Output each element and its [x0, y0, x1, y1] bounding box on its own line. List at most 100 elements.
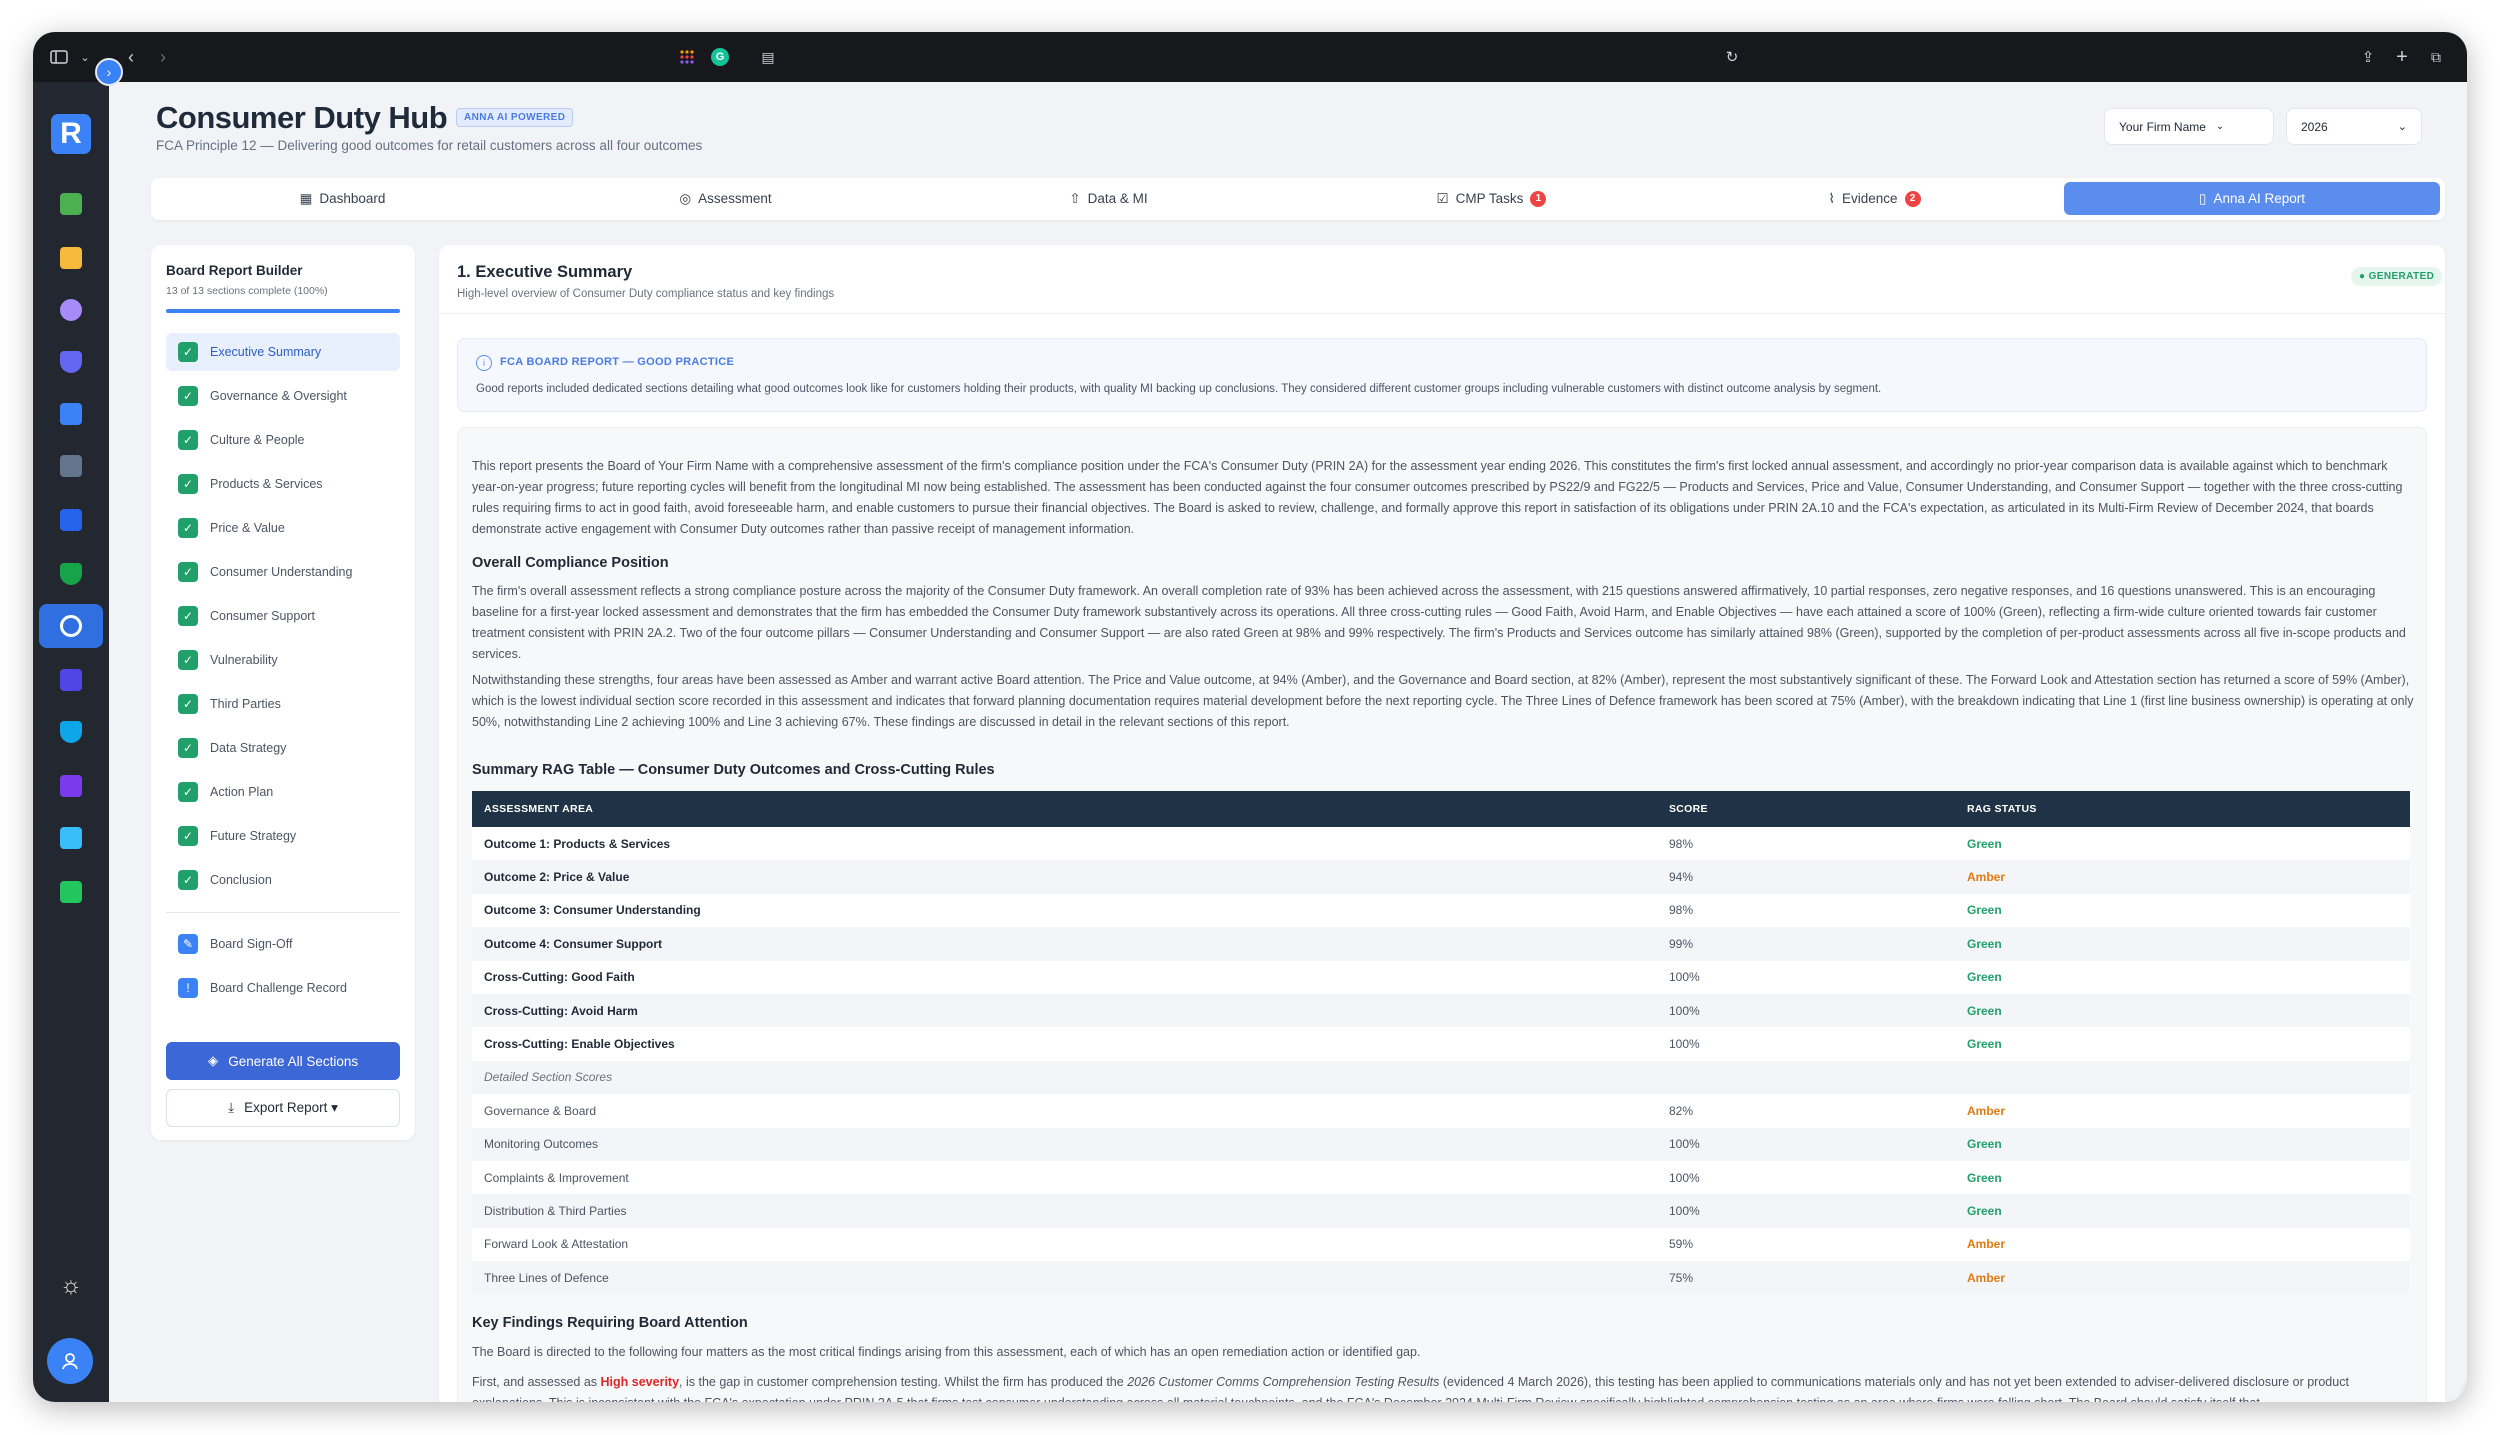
nav-edit-icon[interactable] [39, 816, 103, 860]
chevron-down-icon: ⌄ [2215, 121, 2225, 132]
nav-monitor-icon[interactable] [39, 498, 103, 542]
section-executive-summary[interactable]: ✓ Executive Summary [166, 333, 400, 371]
nav-list-icon[interactable] [39, 444, 103, 488]
section-action-plan[interactable]: ✓ Action Plan [166, 773, 400, 811]
section-label: Conclusion [210, 873, 272, 887]
checkbox-icon: ☑ [1436, 190, 1449, 206]
table-row: Outcome 3: Consumer Understanding 98% Gree… [472, 893, 2410, 928]
section-price-value[interactable]: ✓ Price & Value [166, 509, 400, 547]
tab-label: Evidence [1842, 191, 1898, 206]
section-vulnerability[interactable]: ✓ Vulnerability [166, 641, 400, 679]
nav-chart-icon[interactable] [39, 392, 103, 436]
year-select[interactable]: 2026 ⌄ [2286, 108, 2422, 145]
sidebar-expand-button[interactable]: › [95, 58, 123, 86]
document-icon: ▯ [2199, 190, 2207, 206]
section-board-challenge-record[interactable]: ! Board Challenge Record [166, 969, 400, 1007]
page-subtitle: FCA Principle 12 — Delivering good outco… [156, 138, 703, 153]
cell-score: 75% [1669, 1270, 1694, 1285]
export-label: Export Report ▾ [244, 1100, 338, 1115]
tab-cmp-tasks[interactable]: ☑ CMP Tasks 1 [1300, 182, 1683, 215]
cell-area: Monitoring Outcomes [484, 1137, 599, 1152]
user-avatar-icon[interactable] [47, 1338, 93, 1384]
nav-message-icon[interactable] [39, 870, 103, 914]
reload-icon[interactable]: ↻ [1721, 43, 1743, 71]
report-section-subtitle: High-level overview of Consumer Duty com… [457, 288, 835, 300]
pen-icon: ✎ [178, 934, 198, 954]
section-label: Governance & Oversight [210, 389, 347, 403]
section-label: Board Challenge Record [210, 981, 347, 995]
col-score: SCORE [1669, 803, 1708, 815]
grammarly-icon[interactable]: G [709, 43, 731, 71]
firm-select[interactable]: Your Firm Name ⌄ [2104, 108, 2274, 145]
apps-grid-icon[interactable] [676, 43, 698, 71]
nav-document-icon[interactable] [39, 182, 103, 226]
builder-progress-bar [166, 309, 400, 313]
check-icon: ✓ [178, 870, 198, 890]
page-settings-icon[interactable]: ▤ [757, 43, 779, 71]
section-label: Consumer Support [210, 609, 315, 623]
nav-store-icon[interactable] [39, 658, 103, 702]
section-label: Consumer Understanding [210, 565, 353, 579]
cell-rag-status: Amber [1967, 1270, 2006, 1285]
table-row: Cross-Cutting: Enable Objectives 100% Gree… [472, 1027, 2410, 1061]
cell-rag-status: Amber [1967, 870, 2006, 885]
tab-assessment[interactable]: ◎ Assessment [534, 182, 917, 215]
forward-icon[interactable]: › [150, 43, 176, 71]
section-label: Vulnerability [210, 653, 278, 667]
section-consumer-understanding[interactable]: ✓ Consumer Understanding [166, 553, 400, 591]
tab-evidence[interactable]: ⌇ Evidence 2 [1683, 182, 2066, 215]
col-rag-status: RAG STATUS [1967, 803, 2037, 815]
table-row: Governance & Board 82% Amber [472, 1094, 2410, 1128]
tab-data-mi[interactable]: ⇧ Data & MI [917, 182, 1300, 215]
section-third-parties[interactable]: ✓ Third Parties [166, 685, 400, 723]
section-culture-people[interactable]: ✓ Culture & People [166, 421, 400, 459]
nav-people-icon[interactable] [39, 288, 103, 332]
cell-area: Three Lines of Defence [484, 1270, 609, 1285]
tab-anna-ai-report[interactable]: ▯ Anna AI Report [2064, 182, 2440, 215]
section-future-strategy[interactable]: ✓ Future Strategy [166, 817, 400, 855]
cell-rag-status: Green [1967, 1003, 2002, 1018]
cell-area: Outcome 4: Consumer Support [484, 936, 663, 951]
nav-check-shield-icon[interactable] [39, 552, 103, 596]
good-practice-note: i FCA BOARD REPORT — GOOD PRACTICE Good … [457, 338, 2427, 412]
section-label: Culture & People [210, 433, 305, 447]
generated-status-badge: ● GENERATED [2351, 267, 2443, 286]
col-assessment-area: ASSESSMENT AREA [484, 803, 594, 815]
nav-form-icon[interactable] [39, 764, 103, 808]
cell-score: 100% [1669, 1037, 1700, 1052]
nav-lock-shield-icon[interactable] [39, 710, 103, 754]
nav-consumer-duty-icon[interactable] [39, 604, 103, 648]
section-governance-oversight[interactable]: ✓ Governance & Oversight [166, 377, 400, 415]
chat-button[interactable] [2463, 1372, 2467, 1402]
generate-all-sections-button[interactable]: ◈ Generate All Sections [166, 1042, 400, 1080]
overall-paragraph-2: Notwithstanding these strengths, four ar… [472, 673, 2414, 729]
export-report-button[interactable]: ⤓ Export Report ▾ [166, 1089, 400, 1127]
tab-label: Data & MI [1087, 191, 1148, 206]
section-board-sign-off[interactable]: ✎ Board Sign-Off [166, 925, 400, 963]
app-logo[interactable]: R [51, 114, 91, 154]
nav-shield-icon[interactable] [39, 340, 103, 384]
cell-area: Outcome 2: Price & Value [484, 870, 630, 885]
overall-heading: Overall Compliance Position [472, 555, 669, 571]
new-tab-icon[interactable]: + [2391, 43, 2413, 71]
note-title: FCA BOARD REPORT — GOOD PRACTICE [500, 356, 735, 368]
section-label: Future Strategy [210, 829, 297, 843]
theme-sun-icon[interactable]: ☼ [57, 1272, 85, 1300]
section-products-services[interactable]: ✓ Products & Services [166, 465, 400, 503]
generate-label: Generate All Sections [228, 1053, 359, 1069]
section-label: Executive Summary [210, 345, 322, 359]
section-conclusion[interactable]: ✓ Conclusion [166, 861, 400, 899]
tab-overview-icon[interactable]: ⧉ [2425, 43, 2447, 71]
share-icon[interactable]: ⇪ [2357, 43, 2379, 71]
section-label: Price & Value [210, 521, 285, 535]
tab-dashboard[interactable]: ▦ Dashboard [151, 182, 534, 215]
section-data-strategy[interactable]: ✓ Data Strategy [166, 729, 400, 767]
sidebar-toggle-icon[interactable] [41, 43, 77, 71]
chevron-down-icon[interactable]: ⌄ [77, 43, 93, 71]
section-consumer-support[interactable]: ✓ Consumer Support [166, 597, 400, 635]
nav-building-icon[interactable] [39, 236, 103, 280]
findings-heading: Key Findings Requiring Board Attention [472, 1315, 748, 1331]
builder-progress-text: 13 of 13 sections complete (100%) [166, 285, 328, 297]
tab-label: CMP Tasks [1455, 191, 1524, 206]
table-row: Cross-Cutting: Good Faith 100% Green [472, 960, 2410, 994]
